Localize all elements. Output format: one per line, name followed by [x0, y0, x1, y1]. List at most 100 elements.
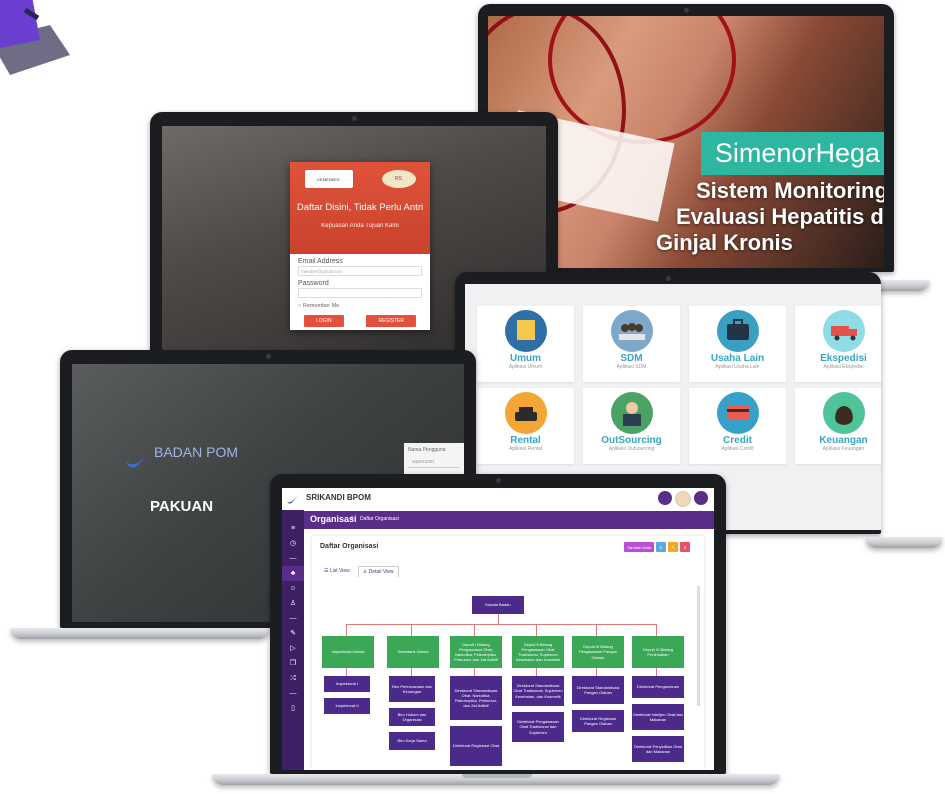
org-connector	[498, 614, 499, 624]
org-node-level1[interactable]: Inspektorat Utama	[322, 636, 374, 668]
users-icon[interactable]: ☺	[282, 581, 304, 596]
chair-illustration	[0, 0, 70, 75]
laptop-base	[865, 537, 943, 548]
org-connector	[656, 624, 657, 636]
app-subtitle: Aplikasi Outsourcing	[608, 446, 655, 452]
app-name: Ekspedisi	[820, 353, 867, 364]
avatar[interactable]	[675, 491, 691, 507]
org-node-level1[interactable]: Sekretaris Utama	[387, 636, 439, 668]
money-bag-icon	[822, 392, 865, 434]
org-connector	[536, 668, 537, 676]
app-subtitle: Aplikasi Umum	[508, 364, 543, 370]
register-button[interactable]: REGISTER	[366, 315, 416, 327]
webcam	[352, 116, 357, 121]
org-node-level2[interactable]: Direktorat Registrasi Pangan Olahan	[572, 710, 624, 732]
pakuan-title: PAKUAN	[150, 498, 214, 515]
org-connector	[596, 668, 597, 676]
menu-icon[interactable]: ≡	[282, 521, 304, 536]
login-header: KEMENKES RS Daftar Disini, Tidak Perlu A…	[290, 162, 430, 254]
org-node-level2[interactable]: Direktorat Standardisasi Obat, Narkotika…	[450, 676, 502, 720]
org-node-level1[interactable]: Deputi IV Bidang Penindakan	[632, 636, 684, 668]
app-subtitle: Aplikasi Ekspedisi	[823, 364, 864, 370]
app-card-sdm[interactable]: SDM Aplikasi SDM	[583, 306, 680, 382]
email-field[interactable]: member@gmail.com	[298, 266, 422, 276]
breadcrumb[interactable]: Daftar Organisasi	[360, 516, 399, 522]
app-card-umum[interactable]: Umum Aplikasi Umum	[477, 306, 574, 382]
org-node-level2[interactable]: Biro Perencanaan dan Keuangan	[389, 676, 435, 702]
org-node-root[interactable]: Kepala Badan	[472, 596, 524, 614]
pen-icon[interactable]: ✎	[282, 626, 304, 641]
app-card-usaha-lain[interactable]: Usaha Lain Aplikasi Usaha Lain	[689, 306, 786, 382]
password-field[interactable]	[298, 288, 422, 298]
divider: —	[289, 615, 297, 622]
card-icon	[716, 392, 759, 434]
settings-icon[interactable]	[694, 491, 708, 505]
org-node-level1[interactable]: Deputi II Bidang Pengawasan Obat Tradisi…	[512, 636, 564, 668]
worker-icon	[610, 392, 653, 434]
org-node-level2[interactable]: Direktorat Standardisasi Pangan Olahan	[572, 676, 624, 704]
car-icon	[504, 392, 547, 434]
org-connector	[596, 624, 597, 636]
ministry-logo: KEMENKES	[304, 170, 353, 188]
username-field[interactable]: superuser	[408, 455, 460, 468]
app-card-rental[interactable]: Rental Aplikasi Rental	[477, 388, 574, 464]
shuffle-icon[interactable]: ⤮	[282, 671, 304, 686]
app-card-keuangan[interactable]: Keuangan Aplikasi Keuangan	[795, 388, 881, 464]
org-node-level2[interactable]: Biro Hukum dan Organisasi	[389, 708, 435, 726]
sidebar: ≡ ◷ — ♣ ☺ ♙ — ✎ ▷ ❐ ⤮ — ▯	[282, 488, 304, 770]
login-card: KEMENKES RS Daftar Disini, Tidak Perlu A…	[290, 162, 430, 330]
org-node-level2[interactable]: Inspektorat I	[324, 676, 370, 692]
remember-me[interactable]: ○ Remember Me	[290, 298, 430, 309]
bpom-logo-icon	[282, 488, 304, 510]
page-header: Organisasi ⌂ Daftar Organisasi	[304, 511, 714, 529]
app-card-outsourcing[interactable]: OutSourcing Aplikasi Outsourcing	[583, 388, 680, 464]
organisation-icon[interactable]: ♣	[282, 566, 304, 581]
org-node-level2[interactable]: Direktorat Standardisasi Obat Tradisiona…	[512, 676, 564, 706]
bpom-swoosh-icon	[126, 450, 148, 468]
user-icon[interactable]: ♙	[282, 596, 304, 611]
send-icon[interactable]: ▷	[282, 641, 304, 656]
login-tagline: Kepuasan Anda Tujuan Kami	[321, 223, 399, 229]
org-node-level2[interactable]: Inspektorat II	[324, 698, 370, 714]
password-label: Password	[298, 280, 329, 287]
webcam	[666, 276, 671, 281]
truck-icon	[822, 310, 865, 352]
org-node-level2[interactable]: Biro Kerja Sama	[389, 732, 435, 750]
srikandi-screen: ≡ ◷ — ♣ ☺ ♙ — ✎ ▷ ❐ ⤮ — ▯ SRIKANDI BPOM	[282, 488, 714, 770]
app-card-credit[interactable]: Credit Aplikasi Credit	[689, 388, 786, 464]
notification-icon[interactable]	[658, 491, 672, 505]
org-node-level1[interactable]: Deputi I Bidang Pengawasan Obat, Narkoti…	[450, 636, 502, 668]
dashboard-icon[interactable]: ◷	[282, 536, 304, 551]
people-icon	[610, 310, 653, 352]
app-card-ekspedisi[interactable]: Ekspedisi Aplikasi Ekspedisi	[795, 306, 881, 382]
app-name: Usaha Lain	[710, 353, 765, 364]
topbar-avatars	[658, 491, 708, 507]
org-node-level2[interactable]: Direktorat Registrasi Obat	[450, 726, 502, 766]
bpom-logo-text: BADAN POM	[154, 444, 239, 460]
scrollbar[interactable]	[697, 586, 700, 706]
login-button[interactable]: LOGIN	[304, 315, 344, 327]
home-icon[interactable]: ⌂	[350, 515, 354, 521]
org-connector	[346, 668, 347, 676]
org-node-level2[interactable]: Direktorat Pengamanan	[632, 676, 684, 698]
simenor-subtitle-1: Sistem Monitoring dan	[696, 178, 884, 203]
org-connector	[656, 668, 657, 676]
divider: —	[289, 690, 297, 697]
base-notch	[462, 774, 532, 778]
app-name: Credit	[723, 435, 752, 446]
org-node-level2[interactable]: Direktorat Pengawasan Obat Tradisional d…	[512, 712, 564, 742]
org-node-level2[interactable]: Direktorat Penyidikan Obat dan Makanan	[632, 736, 684, 762]
org-node-level1[interactable]: Deputi III Bidang Pengawasan Pangan Olah…	[572, 636, 624, 668]
org-connector	[536, 624, 537, 636]
briefcase-icon	[716, 310, 759, 352]
apps-grid: Umum Aplikasi Umum SDM Aplikasi SDM Usaha La…	[477, 306, 881, 464]
copy-icon[interactable]: ❐	[282, 656, 304, 671]
app-subtitle: Aplikasi Credit	[721, 446, 754, 452]
org-connector	[474, 624, 475, 636]
clipboard-icon[interactable]: ▯	[282, 701, 304, 716]
email-label: Email Address	[298, 258, 343, 265]
app-subtitle: Aplikasi Rental	[508, 446, 543, 452]
org-connector	[411, 668, 412, 676]
org-connector	[474, 668, 475, 676]
org-node-level2[interactable]: Direktorat Intelijen Obat dan Makanan	[632, 704, 684, 730]
